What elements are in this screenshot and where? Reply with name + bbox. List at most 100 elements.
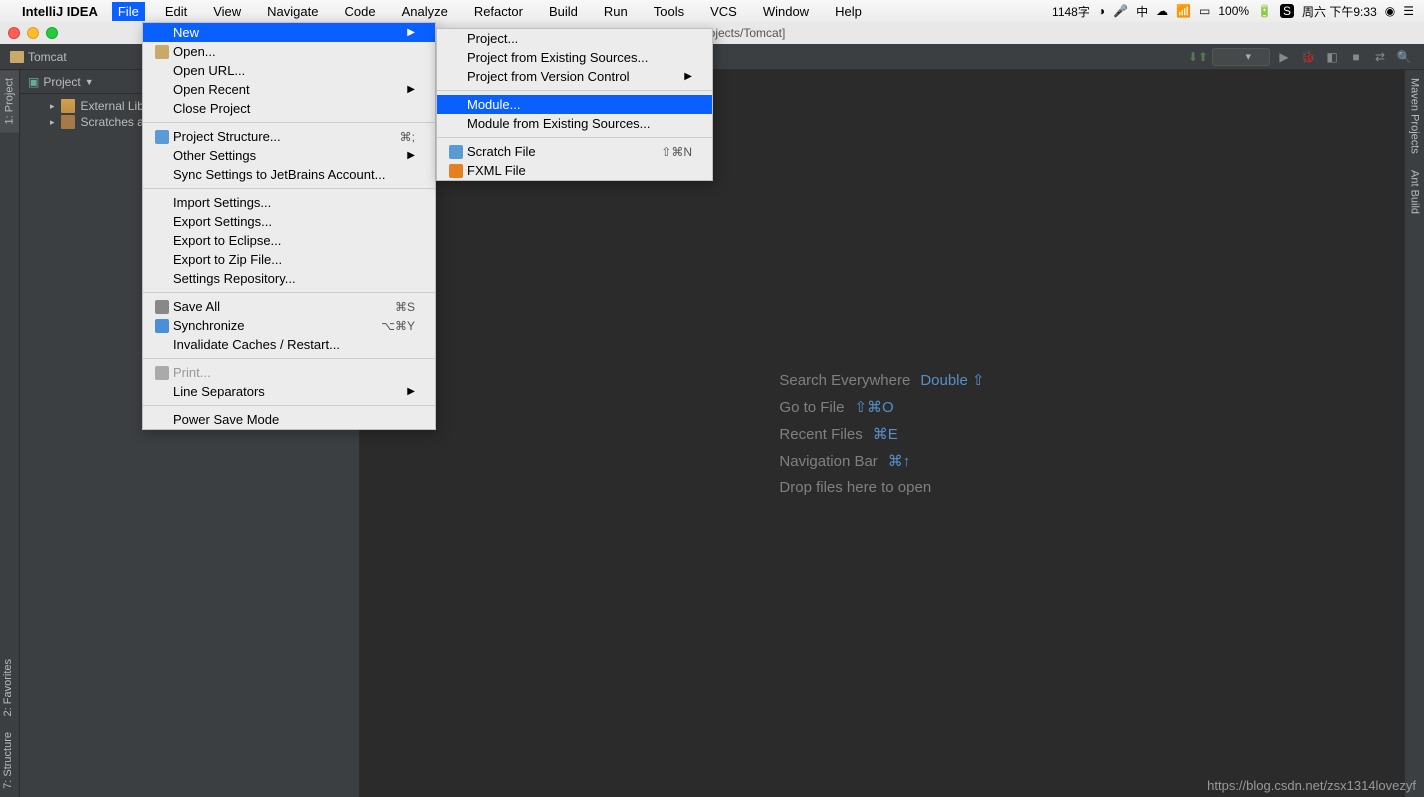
mic-icon: 🎤 bbox=[1113, 4, 1128, 18]
watermark: https://blog.csdn.net/zsx1314lovezyf bbox=[1207, 778, 1416, 793]
menu-item-export-settings[interactable]: Export Settings... bbox=[143, 212, 435, 231]
tab-structure[interactable]: 7: Structure bbox=[0, 724, 16, 797]
tab-ant[interactable]: Ant Build bbox=[1405, 162, 1424, 222]
menubar-run[interactable]: Run bbox=[598, 2, 634, 21]
run-icon[interactable]: ▶ bbox=[1274, 48, 1294, 66]
menubar-navigate[interactable]: Navigate bbox=[261, 2, 324, 21]
search-icon[interactable]: 🔍 bbox=[1394, 48, 1414, 66]
print-icon bbox=[155, 366, 169, 380]
menu-item-label: Export Settings... bbox=[173, 214, 272, 229]
structure-icon bbox=[155, 130, 169, 144]
menu-shortcut: ⌥⌘Y bbox=[381, 319, 415, 333]
sync-icon bbox=[155, 319, 169, 333]
menubar-edit[interactable]: Edit bbox=[159, 2, 193, 21]
menubar-tools[interactable]: Tools bbox=[648, 2, 690, 21]
menu-item-close-project[interactable]: Close Project bbox=[143, 99, 435, 118]
menu-item-open-url[interactable]: Open URL... bbox=[143, 61, 435, 80]
breadcrumb[interactable]: Tomcat bbox=[4, 50, 67, 64]
submenu-arrow-icon: ▶ bbox=[407, 27, 415, 38]
menu-separator bbox=[143, 292, 435, 293]
tab-favorites[interactable]: 2: Favorites bbox=[0, 651, 16, 724]
menu-item-fxml-file[interactable]: FXML File bbox=[437, 161, 712, 180]
menu-item-synchronize[interactable]: Synchronize⌥⌘Y bbox=[143, 316, 435, 335]
menubar-refactor[interactable]: Refactor bbox=[468, 2, 529, 21]
menubar-build[interactable]: Build bbox=[543, 2, 584, 21]
menu-item-sync-settings-to-jetbrains-account[interactable]: Sync Settings to JetBrains Account... bbox=[143, 165, 435, 184]
menubar-status: 1148字 ◑ 🎤 中 ☁ 📶 ▭ 100% 🔋 S 周六 下午9:33 ◉ ☰ bbox=[1052, 3, 1414, 20]
lib-icon bbox=[61, 99, 75, 113]
left-tool-gutter: 1: Project 2: Favorites 7: Structure bbox=[0, 70, 20, 797]
tab-maven[interactable]: Maven Projects bbox=[1405, 70, 1424, 162]
submenu-arrow-icon: ▶ bbox=[684, 71, 692, 82]
menu-item-project-from-version-control[interactable]: Project from Version Control ▶ bbox=[437, 67, 712, 86]
menubar-file[interactable]: File bbox=[112, 2, 145, 21]
submenu-arrow-icon: ▶ bbox=[407, 84, 415, 95]
menubar-view[interactable]: View bbox=[207, 2, 247, 21]
save-icon bbox=[155, 300, 169, 314]
menu-item-label: Scratch File bbox=[467, 144, 536, 159]
stop-icon[interactable]: ■ bbox=[1346, 48, 1366, 66]
menubar-code[interactable]: Code bbox=[338, 2, 381, 21]
menubar-window[interactable]: Window bbox=[757, 2, 815, 21]
menu-item-invalidate-caches-restart[interactable]: Invalidate Caches / Restart... bbox=[143, 335, 435, 354]
ime-icon: 中 bbox=[1136, 3, 1148, 20]
menu-item-icon-slot bbox=[449, 164, 467, 178]
menu-item-icon-slot bbox=[155, 300, 173, 314]
menu-item-project-structure[interactable]: Project Structure...⌘; bbox=[143, 127, 435, 146]
menu-item-save-all[interactable]: Save All⌘S bbox=[143, 297, 435, 316]
debug-icon[interactable]: 🐞 bbox=[1298, 48, 1318, 66]
menu-item-open-recent[interactable]: Open Recent▶ bbox=[143, 80, 435, 99]
menubar-help[interactable]: Help bbox=[829, 2, 868, 21]
menu-item-project-from-existing-sources[interactable]: Project from Existing Sources... bbox=[437, 48, 712, 67]
menu-separator bbox=[143, 122, 435, 123]
menubar-analyze[interactable]: Analyze bbox=[396, 2, 454, 21]
menubar-vcs[interactable]: VCS bbox=[704, 2, 743, 21]
file-menu-dropdown: New▶Open... Open URL... Open Recent▶Close … bbox=[142, 22, 436, 430]
vcs-icon[interactable]: ⇄ bbox=[1370, 48, 1390, 66]
run-config-select[interactable]: ▾ bbox=[1212, 48, 1270, 66]
project-folder-icon bbox=[10, 51, 24, 63]
menu-item-settings-repository[interactable]: Settings Repository... bbox=[143, 269, 435, 288]
close-window-button[interactable] bbox=[8, 27, 20, 39]
wifi-icon: 📶 bbox=[1176, 4, 1191, 18]
menu-item-export-to-zip-file[interactable]: Export to Zip File... bbox=[143, 250, 435, 269]
menu-item-label: Power Save Mode bbox=[173, 412, 279, 427]
editor-hint: Recent Files⌘E bbox=[779, 425, 984, 443]
build-icon[interactable]: ⬇⬆ bbox=[1188, 48, 1208, 66]
traffic-lights bbox=[8, 27, 58, 39]
panel-title[interactable]: Project bbox=[43, 75, 80, 89]
minimize-window-button[interactable] bbox=[27, 27, 39, 39]
menu-item-module-from-existing-sources[interactable]: Module from Existing Sources... bbox=[437, 114, 712, 133]
editor-hint: Navigation Bar⌘↑ bbox=[779, 452, 984, 470]
siri-icon[interactable]: ◉ bbox=[1385, 4, 1395, 18]
coverage-icon[interactable]: ◧ bbox=[1322, 48, 1342, 66]
menu-item-icon-slot bbox=[155, 319, 173, 333]
menu-item-other-settings[interactable]: Other Settings▶ bbox=[143, 146, 435, 165]
tab-project[interactable]: 1: Project bbox=[0, 70, 19, 132]
maximize-window-button[interactable] bbox=[46, 27, 58, 39]
menu-item-project[interactable]: Project... bbox=[437, 29, 712, 48]
menu-separator bbox=[143, 188, 435, 189]
datetime: 周六 下午9:33 bbox=[1302, 3, 1377, 20]
menu-item-module[interactable]: Module... bbox=[437, 95, 712, 114]
menu-item-icon-slot bbox=[449, 145, 467, 159]
menu-item-scratch-file[interactable]: Scratch File⇧⌘N bbox=[437, 142, 712, 161]
menu-item-label: Project from Version Control bbox=[467, 69, 630, 84]
chevron-down-icon[interactable]: ▼ bbox=[85, 77, 94, 87]
menu-item-import-settings[interactable]: Import Settings... bbox=[143, 193, 435, 212]
menu-item-label: Open URL... bbox=[173, 63, 245, 78]
menu-item-power-save-mode[interactable]: Power Save Mode bbox=[143, 410, 435, 429]
hint-label: Search Everywhere bbox=[779, 372, 910, 389]
menu-item-open[interactable]: Open... bbox=[143, 42, 435, 61]
status-icon: ◑ bbox=[1098, 4, 1105, 18]
menu-item-new[interactable]: New▶ bbox=[143, 23, 435, 42]
notification-icon[interactable]: ☰ bbox=[1403, 4, 1414, 18]
fxml-icon bbox=[449, 164, 463, 178]
app-name[interactable]: IntelliJ IDEA bbox=[22, 4, 98, 19]
hint-label: Go to File bbox=[779, 399, 844, 416]
menu-item-label: Module from Existing Sources... bbox=[467, 116, 651, 131]
editor-hint: Drop files here to open bbox=[779, 479, 984, 496]
menu-item-label: Settings Repository... bbox=[173, 271, 296, 286]
menu-item-export-to-eclipse[interactable]: Export to Eclipse... bbox=[143, 231, 435, 250]
menu-item-line-separators[interactable]: Line Separators▶ bbox=[143, 382, 435, 401]
